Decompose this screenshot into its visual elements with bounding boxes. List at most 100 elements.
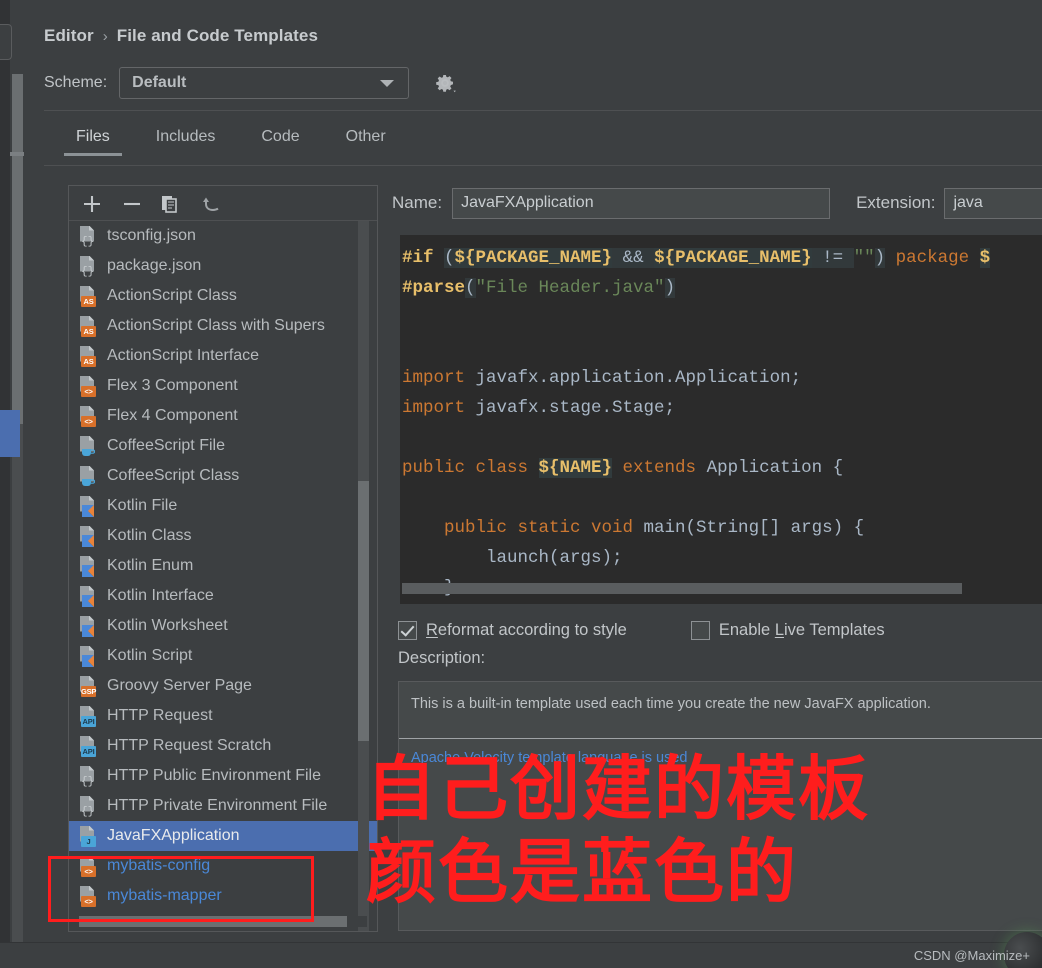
live-templates-checkbox[interactable] (690, 621, 710, 640)
code-token: ) (874, 248, 886, 268)
list-item[interactable]: Kotlin Enum (69, 551, 377, 581)
list-item[interactable]: Kotlin File (69, 491, 377, 521)
live-templates-checkbox-label[interactable]: Enable Live Templates (719, 621, 885, 640)
list-item[interactable]: {} package.json (69, 251, 377, 281)
code-token: import (402, 398, 476, 418)
list-item-label: Kotlin Enum (107, 557, 194, 574)
settings-dialog: Editor › File and Code Templates Scheme:… (0, 0, 1042, 968)
template-list-body[interactable]: {} tsconfig.json {} package.json AS ActionScr… (69, 221, 377, 931)
list-item-label: Flex 3 Component (107, 377, 238, 394)
actionscript-file-icon: AS (79, 345, 98, 367)
list-item[interactable]: <> Flex 4 Component (69, 401, 377, 431)
list-item[interactable]: Kotlin Worksheet (69, 611, 377, 641)
description-text: This is a built-in template used each ti… (411, 696, 931, 712)
code-line: launch(args); (402, 543, 1042, 573)
list-item-label: Kotlin Worksheet (107, 617, 228, 634)
reformat-checkbox-label[interactable]: Reformat according to style (426, 621, 627, 640)
list-item[interactable]: GSP Groovy Server Page (69, 671, 377, 701)
list-item[interactable]: API HTTP Request (69, 701, 377, 731)
breadcrumb: Editor › File and Code Templates (44, 22, 318, 50)
http-request-file-icon: API (79, 735, 98, 757)
code-token: #parse (402, 278, 466, 298)
json-file-icon: {} (79, 795, 98, 818)
code-token: #if (402, 248, 445, 268)
code-token: != (811, 248, 854, 268)
chevron-down-icon (380, 80, 395, 87)
code-token: ${PACKAGE_NAME} (654, 248, 812, 268)
code-line: #if (${PACKAGE_NAME} && ${PACKAGE_NAME} … (402, 243, 1042, 273)
list-item[interactable]: {} HTTP Public Environment File (69, 761, 377, 791)
left-scrollbar-thumb[interactable] (12, 74, 23, 424)
list-item[interactable]: AS ActionScript Class (69, 281, 377, 311)
header-divider (44, 110, 1042, 111)
list-item-label: JavaFXApplication (107, 827, 240, 844)
tab-code[interactable]: Code (255, 128, 305, 156)
list-item-label: Kotlin Interface (107, 587, 214, 604)
copy-icon[interactable] (159, 193, 181, 215)
reformat-checkbox[interactable] (398, 621, 417, 640)
flex-file-icon: <> (79, 405, 98, 427)
list-item[interactable]: {} tsconfig.json (69, 221, 377, 251)
list-item-label: Kotlin Script (107, 647, 193, 664)
list-item[interactable]: CoffeeScript File (69, 431, 377, 461)
description-divider (399, 738, 1042, 739)
tab-other[interactable]: Other (340, 128, 392, 156)
left-chrome-strip (0, 0, 30, 968)
editor-horizontal-scrollbar-thumb[interactable] (402, 583, 962, 594)
code-token: "" (853, 248, 875, 268)
annotation-line-1: 自己创建的模板 (366, 748, 870, 830)
tab-includes[interactable]: Includes (150, 128, 222, 156)
code-line: #parse("File Header.java") (402, 273, 1042, 303)
name-row: Name: JavaFXApplication Extension: java (392, 185, 1042, 221)
code-token: public class (402, 458, 539, 478)
plus-icon[interactable] (81, 193, 103, 215)
left-selection-marker (0, 410, 20, 457)
list-vertical-scrollbar-thumb[interactable] (358, 481, 369, 741)
left-tool-box[interactable] (0, 24, 12, 60)
actionscript-file-icon: AS (79, 285, 98, 307)
list-item[interactable]: J JavaFXApplication (69, 821, 377, 851)
list-item[interactable]: Kotlin Class (69, 521, 377, 551)
template-code-editor[interactable]: #if (${PACKAGE_NAME} && ${PACKAGE_NAME} … (396, 235, 1042, 604)
kotlin-file-icon (79, 615, 98, 637)
minus-icon[interactable] (121, 193, 143, 215)
code-token: ( (444, 248, 455, 268)
tab-files[interactable]: Files (64, 128, 122, 156)
gear-icon[interactable] (433, 71, 457, 95)
left-tick-mark (10, 152, 24, 156)
undo-icon[interactable] (200, 193, 222, 215)
list-item[interactable]: AS ActionScript Class with Supers (69, 311, 377, 341)
coffeescript-file-icon (79, 435, 98, 457)
list-item-label: ActionScript Class (107, 287, 237, 304)
list-item[interactable]: API HTTP Request Scratch (69, 731, 377, 761)
java-file-icon: J (79, 825, 98, 847)
list-item[interactable]: Kotlin Script (69, 641, 377, 671)
list-item-label: tsconfig.json (107, 227, 196, 244)
custom-template-highlight-box (48, 856, 314, 922)
name-input[interactable]: JavaFXApplication (452, 187, 831, 219)
scheme-row: Scheme: Default (44, 66, 457, 100)
watermark: CSDN @Maximize+ (913, 947, 1030, 963)
breadcrumb-root[interactable]: Editor (44, 26, 94, 46)
code-token: && (612, 248, 655, 268)
name-input-value: JavaFXApplication (461, 194, 594, 211)
json-file-icon: {} (79, 255, 98, 278)
kotlin-file-icon (79, 585, 98, 607)
template-list-toolbar (69, 186, 377, 221)
scheme-dropdown[interactable]: Default (119, 67, 410, 99)
list-item[interactable]: Kotlin Interface (69, 581, 377, 611)
extension-input-value: java (953, 194, 983, 211)
code-token: launch(args); (402, 548, 623, 568)
scheme-label: Scheme: (44, 74, 108, 91)
list-item[interactable]: CoffeeScript Class (69, 461, 377, 491)
kotlin-file-icon (79, 645, 98, 667)
code-line: public static void main(String[] args) { (402, 513, 1042, 543)
list-item-label: ActionScript Class with Supers (107, 317, 325, 334)
code-token: extends (612, 458, 707, 478)
extension-input[interactable]: java (944, 187, 1042, 219)
list-item[interactable]: AS ActionScript Interface (69, 341, 377, 371)
list-item[interactable]: <> Flex 3 Component (69, 371, 377, 401)
list-item[interactable]: {} HTTP Private Environment File (69, 791, 377, 821)
left-dark-gutter (0, 0, 10, 942)
